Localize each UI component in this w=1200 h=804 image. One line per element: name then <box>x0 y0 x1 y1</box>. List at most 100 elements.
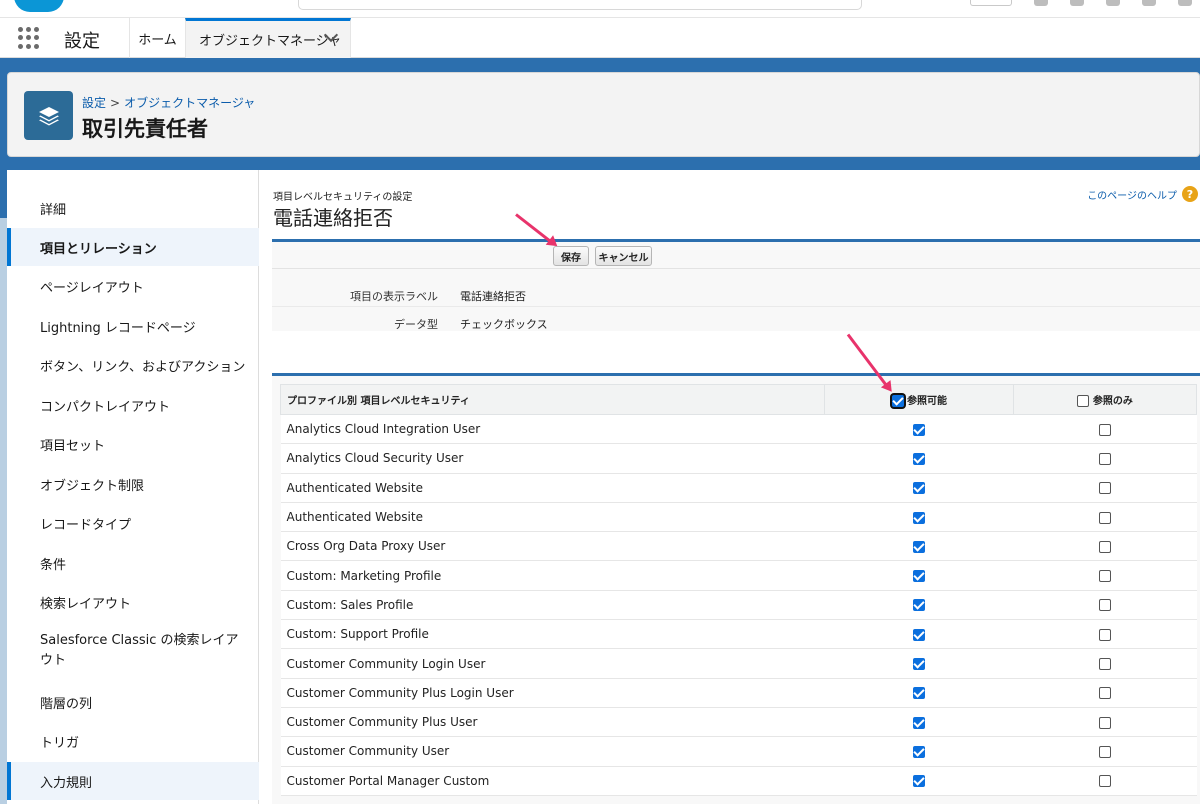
readonly-checkbox[interactable] <box>1099 452 1112 465</box>
readonly-cell <box>1013 678 1197 708</box>
sidebar-item-validation-rules[interactable]: 入力規則 <box>7 762 259 800</box>
readonly-checkbox[interactable] <box>1099 628 1112 641</box>
visible-cell <box>824 707 1014 738</box>
readonly-checkbox[interactable] <box>1099 687 1112 700</box>
global-header <box>0 0 1200 18</box>
readonly-checkbox[interactable] <box>1099 482 1112 495</box>
select-all-readonly-checkbox[interactable] <box>1077 395 1090 407</box>
profile-name: Custom: Sales Profile <box>280 590 825 621</box>
help-link[interactable]: このページのヘルプ ? <box>1087 186 1198 202</box>
sidebar-item-buttons-links-actions[interactable]: ボタン、リンク、およびアクション <box>7 346 259 384</box>
add-icon[interactable] <box>1034 0 1048 6</box>
readonly-checkbox[interactable] <box>1099 775 1112 788</box>
table-row: Customer Community User <box>280 736 1197 767</box>
save-button[interactable]: 保存 <box>553 246 589 266</box>
readonly-cell <box>1013 707 1197 738</box>
sidebar-item-fields-relationships[interactable]: 項目とリレーション <box>7 228 259 266</box>
column-header-visible-label: 参照可能 <box>907 396 948 407</box>
sidebar-item-field-sets[interactable]: 項目セット <box>7 425 259 463</box>
visible-checkbox[interactable] <box>913 599 926 612</box>
sidebar-item-triggers[interactable]: トリガ <box>7 722 259 760</box>
table-row: Custom: Marketing Profile <box>280 560 1197 591</box>
table-row: Customer Community Login User <box>280 648 1197 679</box>
visible-checkbox[interactable] <box>913 570 926 583</box>
visible-cell <box>824 560 1014 591</box>
readonly-checkbox[interactable] <box>1099 658 1112 671</box>
readonly-checkbox[interactable] <box>1099 599 1112 612</box>
readonly-checkbox[interactable] <box>1099 745 1112 758</box>
breadcrumb-separator: > <box>110 96 121 110</box>
sidebar-item-classic-search-layouts[interactable]: Salesforce Classic の検索レイアウト <box>7 629 259 673</box>
readonly-cell <box>1013 736 1197 767</box>
visible-cell <box>824 678 1014 708</box>
readonly-checkbox[interactable] <box>1099 716 1112 729</box>
object-header: 設定 > オブジェクトマネージャ 取引先責任者 <box>7 72 1200 157</box>
select-all-visible-checkbox[interactable] <box>891 395 904 407</box>
tab-home[interactable]: ホーム <box>129 18 185 58</box>
avatar[interactable] <box>1178 0 1192 6</box>
sidebar-item-lightning-record-pages[interactable]: Lightning レコードページ <box>7 307 259 345</box>
notifications-icon[interactable] <box>1142 0 1156 6</box>
profile-name: Customer Community Plus User <box>280 707 825 738</box>
visible-checkbox[interactable] <box>913 511 926 524</box>
breadcrumb-setup-link[interactable]: 設定 <box>82 96 106 110</box>
app-navigation-bar: 設定 ホーム オブジェクトマネージャ <box>0 18 1200 58</box>
visible-checkbox[interactable] <box>913 745 926 758</box>
sidebar-item-page-layouts[interactable]: ページレイアウト <box>7 267 259 305</box>
table-row: Analytics Cloud Integration User <box>280 414 1197 445</box>
salesforce-logo[interactable] <box>14 0 64 12</box>
visible-checkbox[interactable] <box>913 540 926 553</box>
app-name: 設定 <box>64 31 100 52</box>
sidebar-item-object-limits[interactable]: オブジェクト制限 <box>7 465 259 503</box>
button-row: 保存 キャンセル <box>272 242 1200 269</box>
table-row: Customer Portal Manager Custom <box>280 766 1197 796</box>
readonly-checkbox[interactable] <box>1099 423 1112 436</box>
profile-name: Custom: Support Profile <box>280 619 825 650</box>
sidebar-item-hierarchy-columns[interactable]: 階層の列 <box>7 683 259 721</box>
help-question-icon: ? <box>1182 186 1198 202</box>
readonly-cell <box>1013 531 1197 562</box>
global-search-input[interactable] <box>298 0 862 10</box>
profile-name: Analytics Cloud Security User <box>280 443 825 474</box>
table-row: Custom: Support Profile <box>280 619 1197 650</box>
content-area: 項目レベルセキュリティの設定 電話連絡拒否 このページのヘルプ ? 保存 キャン… <box>260 170 1200 804</box>
detail-value: チェックボックス <box>460 318 548 331</box>
tab-object-manager-label: オブジェクトマネージャ <box>199 34 342 49</box>
visible-checkbox[interactable] <box>913 716 926 729</box>
column-header-profile: プロファイル別 項目レベルセキュリティ <box>279 384 826 415</box>
detail-row-field-label: 項目の表示ラベル 電話連絡拒否 <box>272 280 1200 307</box>
sidebar-item-search-layouts[interactable]: 検索レイアウト <box>7 583 259 621</box>
breadcrumb-object-manager-link[interactable]: オブジェクトマネージャ <box>124 96 255 110</box>
profile-name: Analytics Cloud Integration User <box>280 414 825 445</box>
visible-checkbox[interactable] <box>913 687 926 700</box>
breadcrumb: 設定 > オブジェクトマネージャ <box>82 94 255 111</box>
help-icon[interactable] <box>1070 0 1084 6</box>
field-detail-section: 保存 キャンセル 項目の表示ラベル 電話連絡拒否 データ型 チェックボックス <box>272 239 1200 331</box>
readonly-checkbox[interactable] <box>1099 511 1112 524</box>
app-launcher-icon[interactable] <box>18 27 40 49</box>
visible-checkbox[interactable] <box>913 423 926 436</box>
readonly-cell <box>1013 590 1197 621</box>
sidebar-item-details[interactable]: 詳細 <box>7 189 259 227</box>
cancel-button[interactable]: キャンセル <box>595 246 652 266</box>
favorites-icon[interactable] <box>970 0 1012 6</box>
table-header-row: プロファイル別 項目レベルセキュリティ 参照可能 参照のみ <box>279 384 1197 415</box>
visible-checkbox[interactable] <box>913 775 926 788</box>
sidebar-item-record-types[interactable]: レコードタイプ <box>7 504 259 542</box>
profile-name: Customer Portal Manager Custom <box>280 766 825 796</box>
visible-checkbox[interactable] <box>913 482 926 495</box>
setup-gear-icon[interactable] <box>1106 0 1120 6</box>
visible-checkbox[interactable] <box>913 452 926 465</box>
readonly-checkbox[interactable] <box>1099 540 1112 553</box>
profile-name: Customer Community User <box>280 736 825 767</box>
sidebar-item-conditions[interactable]: 条件 <box>7 544 259 582</box>
table-row: Custom: Sales Profile <box>280 590 1197 621</box>
visible-checkbox[interactable] <box>913 658 926 671</box>
readonly-checkbox[interactable] <box>1099 570 1112 583</box>
visible-checkbox[interactable] <box>913 628 926 641</box>
readonly-cell <box>1013 560 1197 591</box>
tab-object-manager[interactable]: オブジェクトマネージャ <box>185 18 351 58</box>
visible-cell <box>824 590 1014 621</box>
profile-name: Customer Community Login User <box>280 648 825 679</box>
sidebar-item-compact-layouts[interactable]: コンパクトレイアウト <box>7 386 259 424</box>
